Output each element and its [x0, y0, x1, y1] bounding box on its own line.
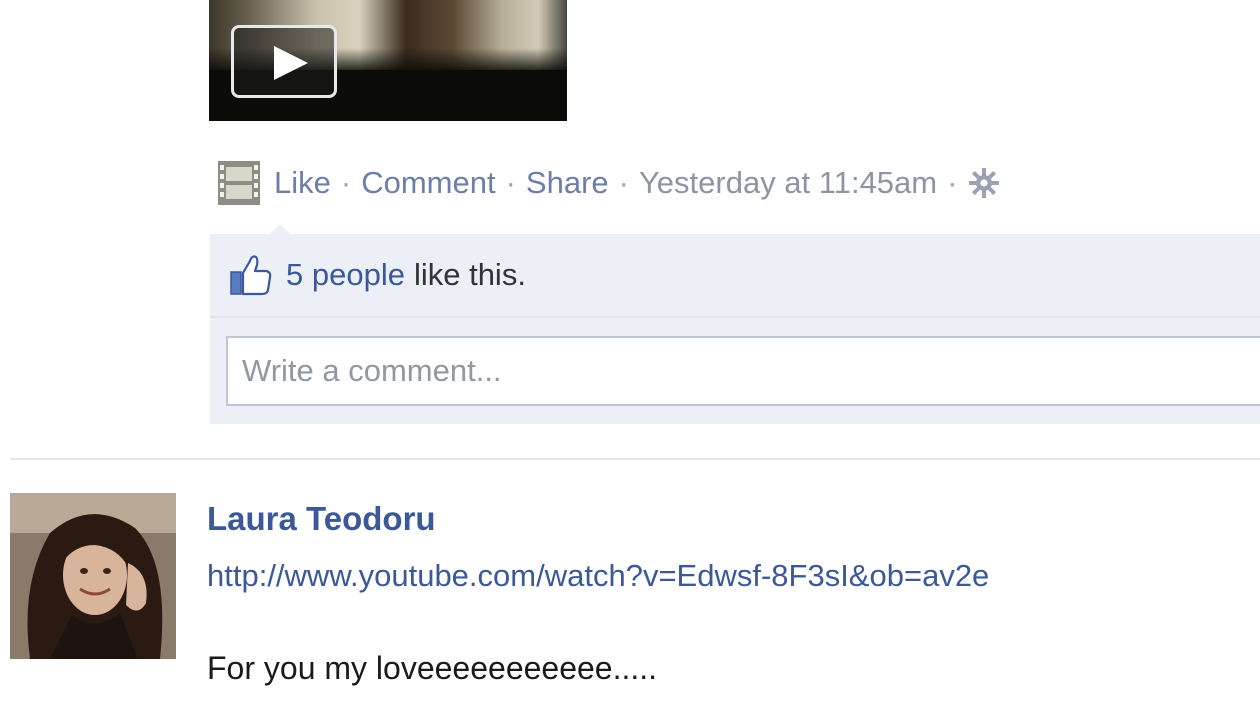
author-name[interactable]: Laura Teodoru: [207, 500, 436, 538]
likes-summary: 5 people like this.: [210, 234, 1260, 318]
share-link[interactable]: Share: [526, 165, 609, 201]
story-divider: [10, 458, 1260, 460]
film-icon: [218, 161, 260, 205]
feedback-box: 5 people like this.: [210, 224, 1260, 424]
video-thumbnail[interactable]: [209, 0, 567, 121]
play-icon: [274, 46, 308, 80]
profile-photo: [10, 493, 176, 659]
post-action-bar: Like · Comment · Share · Yesterday at 11…: [214, 158, 1001, 208]
shared-link[interactable]: http://www.youtube.com/watch?v=Edwsf-8F3…: [207, 558, 989, 594]
post-timestamp[interactable]: Yesterday at 11:45am: [639, 165, 937, 201]
likes-text: like this.: [413, 257, 526, 292]
separator: ·: [340, 165, 352, 200]
comment-link[interactable]: Comment: [361, 165, 495, 201]
separator: ·: [947, 165, 958, 200]
thumbs-up-icon: [230, 255, 272, 296]
like-link[interactable]: Like: [274, 165, 331, 201]
feedback-caret: [270, 224, 290, 234]
news-feed: Like · Comment · Share · Yesterday at 11…: [0, 0, 1260, 709]
likers-link[interactable]: 5 people: [286, 257, 405, 293]
play-button[interactable]: [231, 25, 337, 98]
separator: ·: [618, 165, 629, 200]
gear-icon[interactable]: [967, 166, 1001, 200]
post-message: For you my loveeeeeeeeeee.....: [207, 650, 658, 686]
separator: ·: [505, 165, 516, 200]
avatar[interactable]: [10, 493, 176, 659]
comment-input[interactable]: [226, 336, 1260, 406]
